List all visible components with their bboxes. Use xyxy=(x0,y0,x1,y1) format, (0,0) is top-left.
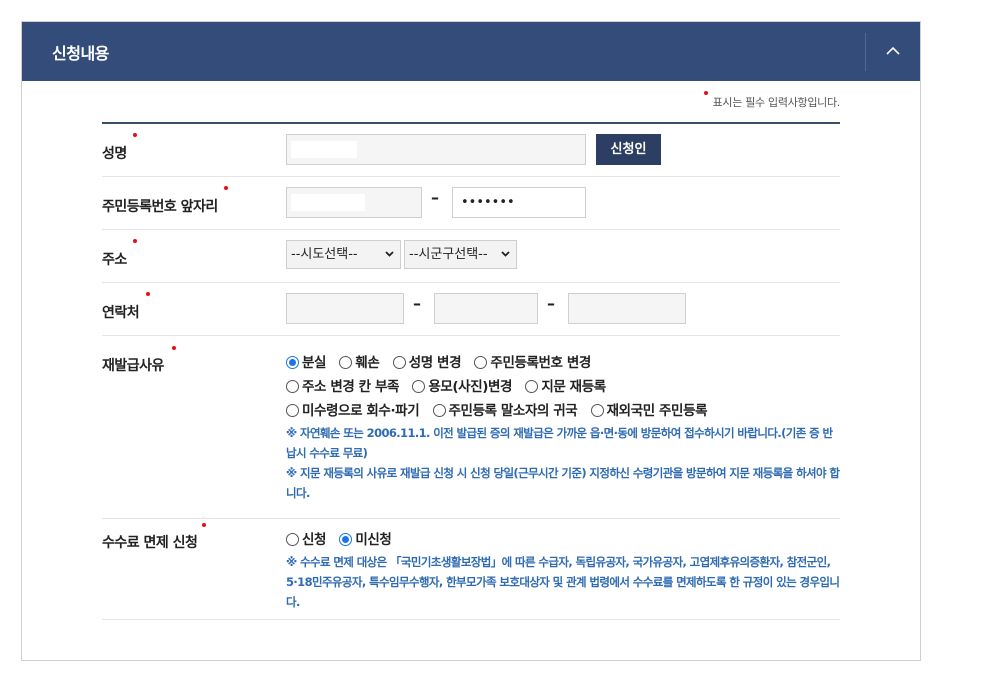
chevron-up-icon xyxy=(886,46,900,55)
reason-options-line1: 분실 훼손 성명 변경 주민등록번호 변경 xyxy=(286,351,600,371)
application-panel: 신청내용 표시는 필수 입력사항입니다. 성명 신청인 주민등록번호 앞자리 –… xyxy=(21,21,921,661)
name-input[interactable] xyxy=(286,134,586,165)
masked-value xyxy=(291,141,357,158)
fee-exemption-row: 수수료 면제 신청 신청 미신청 ※ 수수료 면제 대상은 「국민기초생활보장법… xyxy=(102,519,840,620)
required-dot-icon xyxy=(146,292,150,296)
contact-label: 연락처 xyxy=(102,305,140,321)
radio-icon[interactable] xyxy=(412,380,426,393)
name-row: 성명 신청인 xyxy=(102,124,840,177)
chevron-down-icon xyxy=(501,251,510,257)
reason-option-overseas[interactable]: 재외국민 주민등록 xyxy=(590,399,708,419)
resident-number-row: 주민등록번호 앞자리 – ••••••• xyxy=(102,177,840,230)
sigungu-select-value: --시군구선택-- xyxy=(409,247,488,262)
name-label: 성명 xyxy=(102,146,127,162)
reason-option-returnee[interactable]: 주민등록 말소자의 귀국 xyxy=(432,399,578,419)
radio-checked-icon[interactable] xyxy=(339,533,353,546)
reason-option-lost[interactable]: 분실 xyxy=(286,351,326,371)
reason-note-natural-damage: ※ 자연훼손 또는 2006.11.1. 이전 발급된 증의 재발급은 가까운 … xyxy=(286,426,833,460)
fee-exemption-note: ※ 수수료 면제 대상은 「국민기초생활보장법」에 따른 수급자, 독립유공자,… xyxy=(286,555,840,609)
resident-number-label: 주민등록번호 앞자리 xyxy=(102,199,218,215)
resident-separator: – xyxy=(431,188,439,207)
required-dot-icon xyxy=(172,346,176,350)
reissue-reason-label: 재발급사유 xyxy=(102,358,164,374)
chevron-down-icon xyxy=(385,251,394,257)
sido-select-value: --시도선택-- xyxy=(291,247,358,262)
fee-options: 신청 미신청 xyxy=(286,528,400,548)
reason-option-fingerprint[interactable]: 지문 재등록 xyxy=(525,375,606,395)
collapse-button[interactable] xyxy=(866,22,920,81)
contact-part1-input[interactable] xyxy=(286,293,404,324)
required-note: 표시는 필수 입력사항입니다. xyxy=(703,91,840,110)
reason-option-photo-change[interactable]: 용모(사진)변경 xyxy=(412,375,512,395)
required-dot-icon xyxy=(133,239,137,243)
reason-option-address-space[interactable]: 주소 변경 칸 부족 xyxy=(286,375,399,395)
contact-separator-1: – xyxy=(413,294,421,313)
reissue-reason-row: 재발급사유 분실 훼손 성명 변경 주민등록번호 변경 주소 변경 칸 부족 용… xyxy=(102,336,840,519)
reason-option-rrn-change[interactable]: 주민등록번호 변경 xyxy=(474,351,591,371)
radio-checked-icon[interactable] xyxy=(286,356,299,369)
resident-number-back-input[interactable]: ••••••• xyxy=(452,187,586,218)
fee-exemption-label: 수수료 면제 신청 xyxy=(102,535,198,551)
sigungu-select[interactable]: --시군구선택-- xyxy=(404,240,517,269)
contact-row: 연락처 – – xyxy=(102,283,840,336)
reason-options-line2: 주소 변경 칸 부족 용모(사진)변경 지문 재등록 xyxy=(286,375,615,395)
radio-icon[interactable] xyxy=(339,356,353,369)
required-dot-icon xyxy=(224,186,228,190)
applicant-button[interactable]: 신청인 xyxy=(596,134,661,165)
masked-value xyxy=(291,194,365,211)
contact-separator-2: – xyxy=(547,294,555,313)
required-dot-icon xyxy=(202,523,206,527)
radio-icon[interactable] xyxy=(286,404,299,417)
panel-header: 신청내용 xyxy=(22,22,920,81)
contact-part2-input[interactable] xyxy=(434,293,538,324)
radio-icon[interactable] xyxy=(474,356,488,369)
radio-icon[interactable] xyxy=(590,404,604,417)
radio-icon[interactable] xyxy=(432,404,446,417)
reason-note-fingerprint: ※ 지문 재등록의 사유로 재발급 신청 시 신청 당일(근무시간 기준) 지정… xyxy=(286,466,840,500)
sido-select[interactable]: --시도선택-- xyxy=(286,240,401,269)
panel-title: 신청내용 xyxy=(52,44,109,63)
radio-icon[interactable] xyxy=(286,533,299,546)
radio-icon[interactable] xyxy=(392,356,406,369)
fee-option-not-apply[interactable]: 미신청 xyxy=(339,528,392,548)
reason-options-line3: 미수령으로 회수·파기 주민등록 말소자의 귀국 재외국민 주민등록 xyxy=(286,399,716,419)
address-row: 주소 --시도선택-- --시군구선택-- xyxy=(102,230,840,283)
address-label: 주소 xyxy=(102,252,127,268)
reason-option-damaged[interactable]: 훼손 xyxy=(339,351,380,371)
radio-icon[interactable] xyxy=(286,380,299,393)
radio-icon[interactable] xyxy=(525,380,539,393)
resident-number-front-input[interactable] xyxy=(286,187,422,218)
reason-option-unclaimed[interactable]: 미수령으로 회수·파기 xyxy=(286,399,420,419)
contact-part3-input[interactable] xyxy=(568,293,686,324)
required-dot-icon xyxy=(703,91,708,95)
fee-option-apply[interactable]: 신청 xyxy=(286,528,326,548)
required-dot-icon xyxy=(133,133,137,137)
reason-option-name-change[interactable]: 성명 변경 xyxy=(392,351,462,371)
